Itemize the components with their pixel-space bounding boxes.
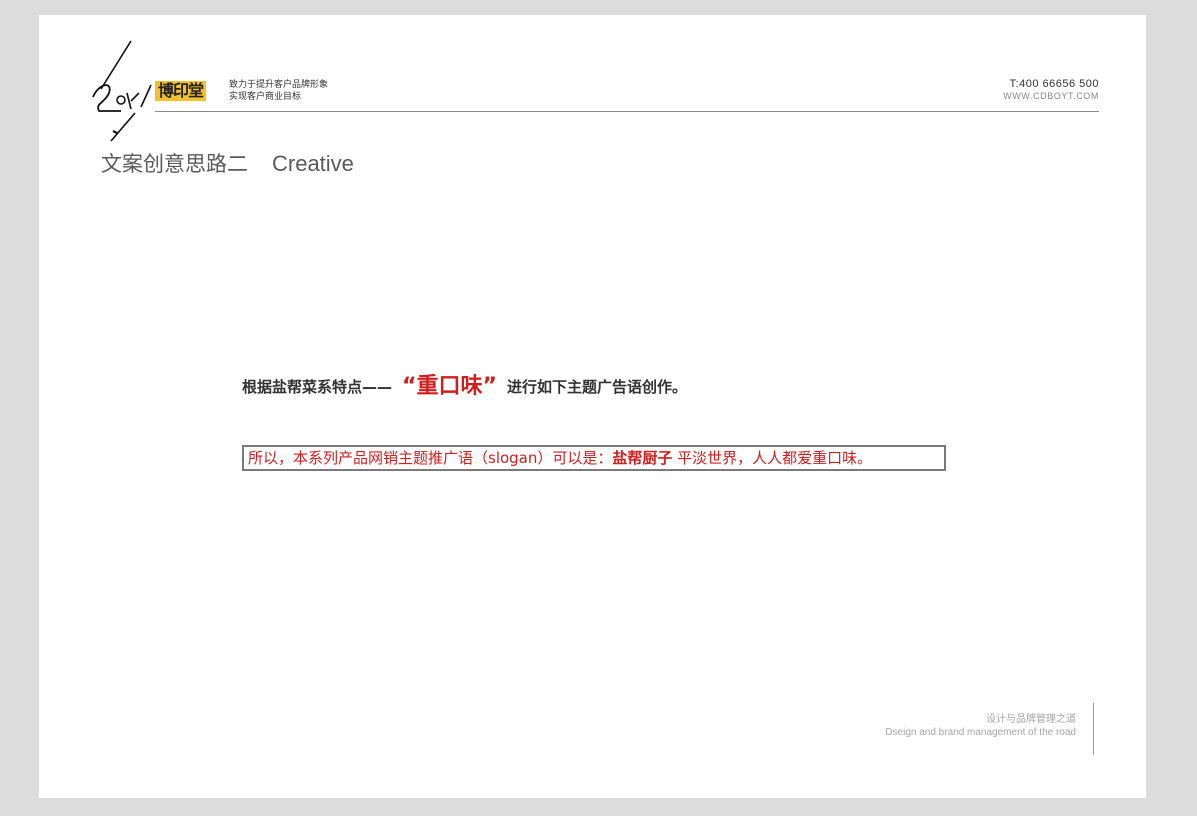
intro-prefix: 根据盐帮菜系特点—— <box>242 378 393 396</box>
callout-slogan: 平淡世界，人人都爱重口味。 <box>672 449 873 467</box>
footer-tagline-en: Dseign and brand management of the road <box>885 727 1076 738</box>
page-title-cn: 文案创意思路二 <box>101 152 248 176</box>
intro-suffix: 进行如下主题广告语创作。 <box>506 378 687 396</box>
boyi-logo <box>92 40 152 142</box>
phone-number: T:400 66656 500 <box>1009 78 1099 90</box>
callout-brand: 盐帮厨子 <box>612 449 673 467</box>
intro-sentence: 根据盐帮菜系特点—— “重口味” 进行如下主题广告语创作。 <box>242 367 687 399</box>
footer-tagline-cn: 设计与品牌管理之道 <box>986 714 1076 725</box>
contact-info: T:400 66656 500 WWW.CDBOYT.COM <box>1003 77 1099 102</box>
slogan-line-2: 实现客户商业目标 <box>229 92 302 102</box>
website-url: WWW.CDBOYT.COM <box>1003 91 1099 101</box>
company-slogan: 致力于提升客户品牌形象 实现客户商业目标 <box>229 79 328 103</box>
footer-tagline: 设计与品牌管理之道 Dseign and brand management of… <box>885 713 1076 739</box>
page-title: 文案创意思路二 Creative <box>101 148 354 178</box>
slogan-callout-box: 所以，本系列产品网销主题推广语（slogan）可以是：盐帮厨子 平淡世界，人人都… <box>242 445 946 471</box>
page-title-en: Creative <box>272 151 354 176</box>
footer-divider <box>1093 703 1094 755</box>
header-divider <box>155 111 1099 112</box>
brand-name-badge: 博印堂 <box>155 81 207 101</box>
emphasis-keyword: “重口味” <box>402 374 497 399</box>
document-page: 博印堂 致力于提升客户品牌形象 实现客户商业目标 T:400 66656 500… <box>39 15 1146 798</box>
callout-prefix: 所以，本系列产品网销主题推广语（slogan）可以是： <box>248 449 613 467</box>
slogan-line-1: 致力于提升客户品牌形象 <box>229 80 329 90</box>
